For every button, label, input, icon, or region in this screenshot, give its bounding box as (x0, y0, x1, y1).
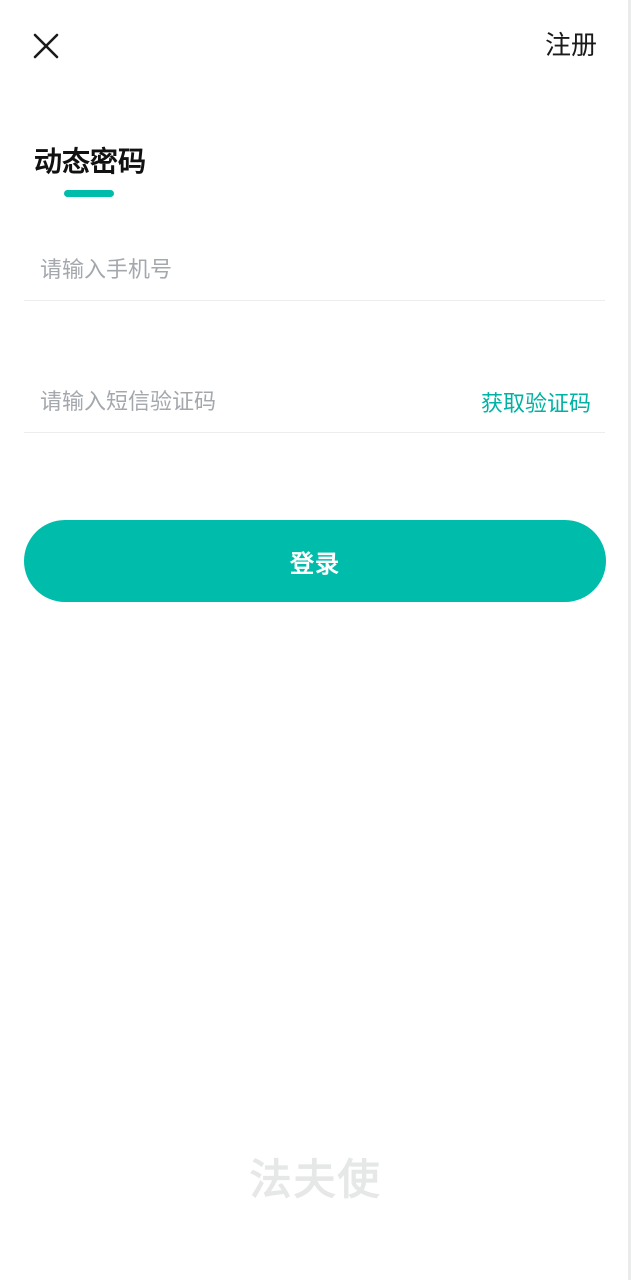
login-button[interactable]: 登录 (24, 520, 606, 602)
tab-active-indicator (64, 190, 114, 197)
register-link[interactable]: 注册 (545, 28, 597, 64)
phone-input[interactable] (24, 240, 605, 300)
sms-code-input[interactable] (24, 372, 481, 432)
footer-logo: 法夫使 (249, 1155, 382, 1204)
sms-field-row: 获取验证码 (24, 372, 605, 433)
tab-dynamic-password[interactable]: 动态密码 (34, 142, 146, 182)
get-code-button[interactable]: 获取验证码 (481, 386, 605, 418)
close-icon (33, 33, 59, 59)
close-button[interactable] (24, 24, 68, 68)
phone-field-row (24, 240, 605, 301)
